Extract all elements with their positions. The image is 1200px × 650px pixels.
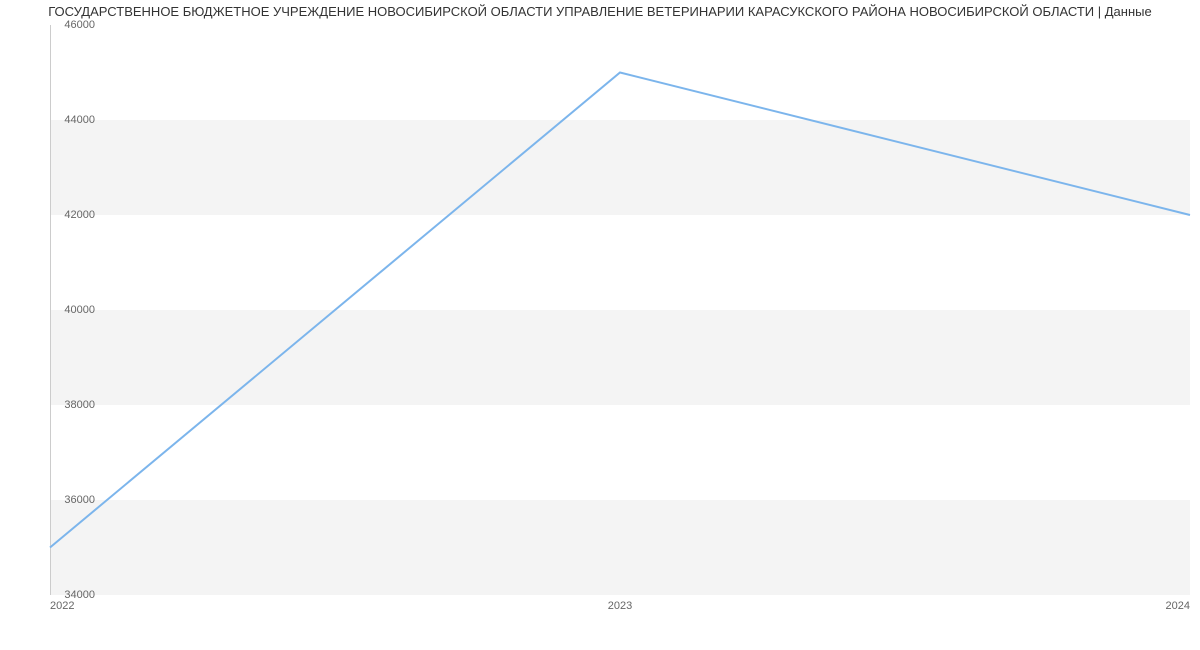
series-line (50, 73, 1190, 548)
chart-area: 3400036000380004000042000440004600020222… (50, 25, 1190, 620)
x-tick-label: 2023 (608, 600, 632, 612)
y-tick-label: 38000 (0, 399, 95, 411)
chart-title: ГОСУДАРСТВЕННОЕ БЮДЖЕТНОЕ УЧРЕЖДЕНИЕ НОВ… (0, 0, 1200, 21)
x-tick-label: 2022 (50, 600, 74, 612)
line-layer (50, 25, 1190, 595)
y-tick-label: 40000 (0, 304, 95, 316)
y-tick-label: 44000 (0, 114, 95, 126)
x-tick-label: 2024 (1166, 600, 1190, 612)
y-tick-label: 36000 (0, 494, 95, 506)
y-tick-label: 34000 (0, 589, 95, 601)
y-tick-label: 46000 (0, 19, 95, 31)
y-tick-label: 42000 (0, 209, 95, 221)
